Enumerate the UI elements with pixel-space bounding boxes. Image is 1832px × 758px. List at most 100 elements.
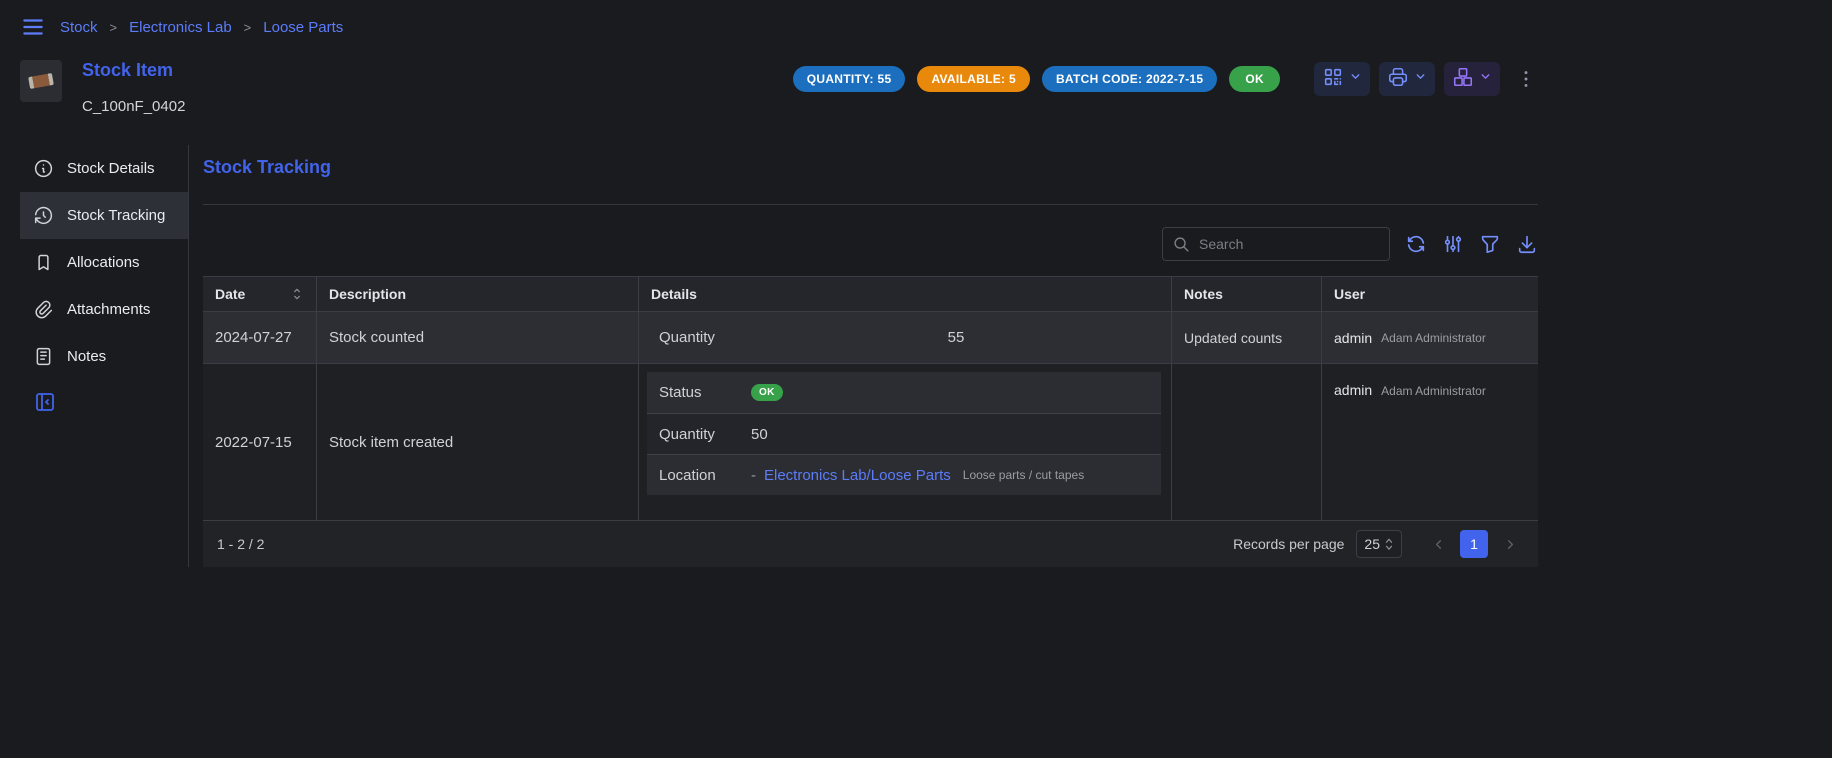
breadcrumb-separator: > [244,20,252,35]
detail-label: Status [659,384,751,401]
records-per-page-label: Records per page [1233,536,1344,552]
print-actions-button[interactable] [1379,62,1435,96]
user-fullname: Adam Administrator [1381,331,1486,345]
available-badge: AVAILABLE: 5 [917,66,1030,92]
search-box [1162,227,1390,261]
search-icon [1173,236,1190,253]
table-footer: 1 - 2 / 2 Records per page 25 [203,521,1538,567]
dash-prefix: - [751,467,756,484]
previous-page-icon[interactable] [1424,530,1452,558]
notes-icon [33,346,54,367]
main-panel: Stock Tracking [189,145,1538,567]
breadcrumb-loose-parts[interactable]: Loose Parts [263,19,343,36]
overflow-menu-icon[interactable] [1515,68,1537,90]
sidebar-item-label: Attachments [67,301,150,318]
sidebar-item-stock-tracking[interactable]: Stock Tracking [20,192,188,239]
stock-item-page: Stock > Electronics Lab > Loose Parts St… [0,0,1832,758]
sidebar-item-label: Allocations [67,254,140,271]
detail-label: Quantity [659,426,751,443]
sidebar-item-stock-details[interactable]: Stock Details [20,145,188,192]
breadcrumb: Stock > Electronics Lab > Loose Parts [60,19,343,36]
ok-status-badge: OK [751,384,783,401]
collapse-sidebar-icon[interactable] [33,390,57,414]
stock-actions-button[interactable] [1444,62,1500,96]
title-block: Stock Item C_100nF_0402 [82,60,185,115]
cell-date: 2022-07-15 [203,364,316,521]
quantity-badge: QUANTITY: 55 [793,66,906,92]
page-size-select[interactable]: 25 [1356,530,1402,558]
cell-description: Stock item created [316,364,638,521]
barcode-actions-button[interactable] [1314,62,1370,96]
detail-row-quantity: Quantity 50 [647,413,1161,454]
sidebar-item-notes[interactable]: Notes [20,333,188,380]
cell-details: Quantity 55 [638,312,1171,364]
pagination: 1 [1424,530,1524,558]
stock-tracking-table: Date Description Details Notes User 2024… [203,276,1538,567]
cell-notes [1171,364,1321,521]
part-name: C_100nF_0402 [82,98,185,115]
cell-user: admin Adam Administrator [1321,364,1538,521]
menu-icon[interactable] [20,14,46,40]
username: admin [1334,382,1372,398]
packages-icon [1452,66,1474,93]
cell-description: Stock counted [316,312,638,364]
breadcrumb-separator: > [110,20,118,35]
capacitor-image [28,73,54,89]
breadcrumb-stock[interactable]: Stock [60,19,98,36]
column-label: Date [215,286,245,302]
location-description: Loose parts / cut tapes [963,468,1084,482]
detail-value: 50 [751,426,768,443]
search-input[interactable] [1199,236,1379,252]
cell-notes: Updated counts [1171,312,1321,364]
adjustments-icon[interactable] [1442,233,1464,255]
detail-label: Location [659,467,751,484]
column-header-description: Description [316,277,638,312]
download-icon[interactable] [1516,233,1538,255]
sidebar-item-allocations[interactable]: Allocations [20,239,188,286]
part-thumbnail[interactable] [20,60,62,102]
panel-title: Stock Tracking [203,145,1538,178]
page-body: Stock Details Stock Tracking Allocations… [0,115,1832,567]
spinner-icon [1384,537,1394,551]
history-icon [33,205,54,226]
refresh-icon[interactable] [1405,233,1427,255]
breadcrumb-electronics-lab[interactable]: Electronics Lab [129,19,232,36]
column-header-date[interactable]: Date [203,277,316,312]
column-header-user: User [1321,277,1538,312]
column-header-notes: Notes [1171,277,1321,312]
batch-code-badge: BATCH CODE: 2022-7-15 [1042,66,1217,92]
status-ok-badge: OK [1229,66,1280,92]
user-fullname: Adam Administrator [1381,384,1486,398]
detail-row-status: Status OK [647,372,1161,413]
table-toolbar [203,227,1538,261]
page-title: Stock Item [82,60,185,81]
sidebar-item-attachments[interactable]: Attachments [20,286,188,333]
chevron-down-icon [1414,70,1427,88]
page-header: Stock Item C_100nF_0402 QUANTITY: 55 AVA… [0,44,1832,115]
detail-value: 55 [751,329,1161,346]
bookmark-icon [33,252,54,273]
page-size-value: 25 [1364,536,1380,552]
printer-icon [1387,66,1409,93]
sort-icon [290,287,304,301]
chevron-down-icon [1349,70,1362,88]
record-range: 1 - 2 / 2 [217,536,264,552]
sidebar-item-label: Stock Tracking [67,207,165,224]
next-page-icon[interactable] [1496,530,1524,558]
cell-details: Status OK Quantity 50 Location - Electro… [638,364,1171,521]
detail-row-location: Location - Electronics Lab/Loose Parts L… [647,454,1161,495]
detail-row-quantity: Quantity 55 [647,320,1161,355]
page-button-1[interactable]: 1 [1460,530,1488,558]
topbar: Stock > Electronics Lab > Loose Parts [0,0,1832,44]
sidebar-item-label: Notes [67,348,106,365]
location-link[interactable]: Electronics Lab/Loose Parts [764,467,951,484]
status-badges: QUANTITY: 55 AVAILABLE: 5 BATCH CODE: 20… [793,66,1280,92]
cell-user: admin Adam Administrator [1321,312,1538,364]
filter-icon[interactable] [1479,233,1501,255]
sidebar: Stock Details Stock Tracking Allocations… [20,145,189,567]
divider [203,204,1538,205]
info-circle-icon [33,158,54,179]
column-header-details: Details [638,277,1171,312]
username: admin [1334,330,1372,346]
paperclip-icon [33,299,54,320]
